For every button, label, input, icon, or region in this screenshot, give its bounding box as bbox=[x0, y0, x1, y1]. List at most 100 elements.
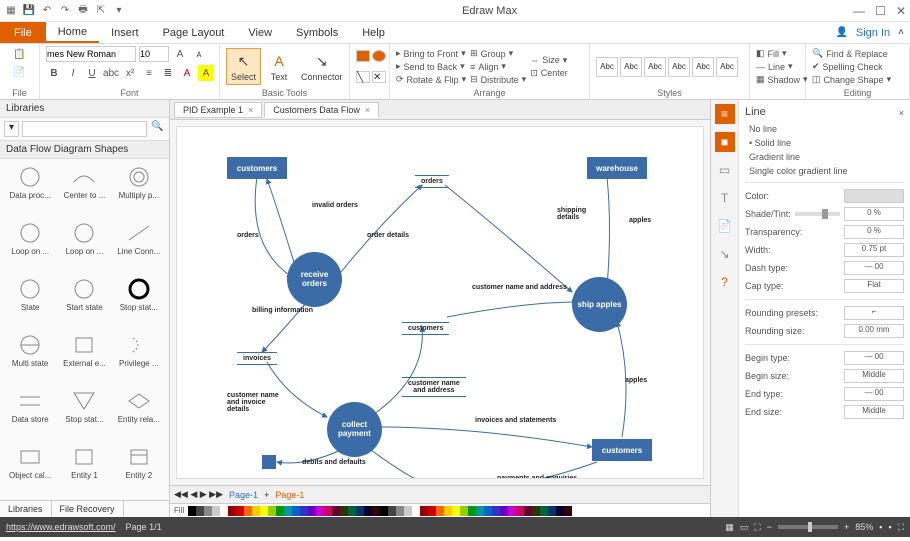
font-size-select[interactable] bbox=[139, 46, 169, 62]
palette-swatch[interactable] bbox=[252, 506, 260, 516]
palette-swatch[interactable] bbox=[236, 506, 244, 516]
qat-save-icon[interactable]: 💾 bbox=[22, 4, 36, 18]
store-orders[interactable]: orders bbox=[415, 175, 449, 188]
minimize-button[interactable]: — bbox=[853, 4, 865, 18]
style-swatch[interactable]: Abc bbox=[596, 57, 618, 77]
palette-swatch[interactable] bbox=[420, 506, 428, 516]
bring-to-front[interactable]: ▸ Bring to Front ▾ bbox=[396, 48, 466, 59]
palette-swatch[interactable] bbox=[476, 506, 484, 516]
shape-item[interactable]: Data store bbox=[4, 387, 56, 440]
user-icon[interactable]: 👤 bbox=[835, 27, 847, 38]
close-icon[interactable]: × bbox=[899, 108, 904, 118]
palette-swatch[interactable] bbox=[212, 506, 220, 516]
palette-swatch[interactable] bbox=[196, 506, 204, 516]
center-btn[interactable]: ⊡ Center bbox=[530, 68, 568, 79]
qat-undo-icon[interactable]: ↶ bbox=[40, 4, 54, 18]
strike-button[interactable]: abc bbox=[103, 65, 119, 81]
palette-swatch[interactable] bbox=[428, 506, 436, 516]
palette-swatch[interactable] bbox=[292, 506, 300, 516]
library-search-input[interactable] bbox=[22, 121, 147, 137]
trans-value[interactable]: 0 % bbox=[844, 225, 904, 239]
palette-swatch[interactable] bbox=[548, 506, 556, 516]
text-tool[interactable]: AText bbox=[265, 49, 293, 84]
shape-item[interactable]: Entity 2 bbox=[113, 443, 165, 496]
change-shape-btn[interactable]: ◫ Change Shape ▾ bbox=[812, 74, 891, 85]
shade-slider[interactable] bbox=[795, 212, 840, 216]
palette-swatch[interactable] bbox=[460, 506, 468, 516]
tab-view[interactable]: View bbox=[236, 22, 284, 43]
shape-item[interactable]: Center to ... bbox=[58, 163, 110, 216]
line-btn[interactable]: — Line ▾ bbox=[756, 61, 808, 72]
close-button[interactable]: ✕ bbox=[896, 4, 906, 18]
fill-panel-icon[interactable]: ■ bbox=[715, 132, 735, 152]
palette-swatch[interactable] bbox=[380, 506, 388, 516]
rotate-flip[interactable]: ⟳ Rotate & Flip ▾ bbox=[396, 74, 466, 85]
status-url[interactable]: https://www.edrawsoft.com/ bbox=[6, 522, 116, 532]
qat-print-icon[interactable]: 🖶 bbox=[76, 4, 90, 18]
file-menu[interactable]: File bbox=[0, 22, 46, 43]
shape-item[interactable]: Data proc... bbox=[4, 163, 56, 216]
lib-tab-libraries[interactable]: Libraries bbox=[0, 501, 52, 517]
tab-symbols[interactable]: Symbols bbox=[284, 22, 350, 43]
shape-item[interactable]: Start state bbox=[58, 275, 110, 328]
line-type-solid[interactable]: • Solid line bbox=[745, 136, 904, 150]
shade-value[interactable]: 0 % bbox=[844, 207, 904, 221]
doc-tab[interactable]: PID Example 1× bbox=[174, 102, 262, 118]
node-customers[interactable]: customers bbox=[227, 157, 287, 179]
palette-swatch[interactable] bbox=[364, 506, 372, 516]
tab-home[interactable]: Home bbox=[46, 22, 99, 43]
store-custaddr[interactable]: customer name and address bbox=[402, 377, 466, 397]
palette-swatch[interactable] bbox=[452, 506, 460, 516]
bold-button[interactable]: B bbox=[46, 65, 62, 81]
palette-swatch[interactable] bbox=[324, 506, 332, 516]
view-full-icon[interactable]: ⛶ bbox=[754, 522, 760, 533]
style-swatch[interactable]: Abc bbox=[620, 57, 642, 77]
palette-swatch[interactable] bbox=[484, 506, 492, 516]
node-ship-apples[interactable]: ship apples bbox=[572, 277, 627, 332]
style-swatch[interactable]: Abc bbox=[716, 57, 738, 77]
qat-export-icon[interactable]: ⇱ bbox=[94, 4, 108, 18]
select-tool[interactable]: ↖Select bbox=[226, 48, 261, 85]
highlight-button[interactable]: A bbox=[198, 65, 214, 81]
page-nav[interactable]: ◀◀ ◀ ▶ ▶▶ bbox=[174, 489, 223, 500]
add-page[interactable]: + bbox=[264, 490, 269, 500]
palette-swatch[interactable] bbox=[188, 506, 196, 516]
shape-item[interactable]: Multi state bbox=[4, 331, 56, 384]
zoom-slider[interactable] bbox=[778, 525, 838, 529]
roundsz-value[interactable]: 0.00 mm bbox=[844, 324, 904, 338]
shape-item[interactable]: Line Conn... bbox=[113, 219, 165, 272]
paste-icon[interactable]: 📋 bbox=[12, 46, 28, 62]
store-invoices[interactable]: invoices bbox=[237, 352, 277, 365]
help-panel-icon[interactable]: ? bbox=[715, 272, 735, 292]
palette-swatch[interactable] bbox=[348, 506, 356, 516]
node-customers2[interactable]: customers bbox=[592, 439, 652, 461]
shape-rect-icon[interactable] bbox=[356, 50, 370, 62]
collapse-ribbon-icon[interactable]: ˄ bbox=[898, 27, 904, 38]
page-tab-alt[interactable]: Page-1 bbox=[275, 490, 304, 500]
width-value[interactable]: 0.75 pt bbox=[844, 243, 904, 257]
line-type-grad[interactable]: Gradient line bbox=[745, 150, 904, 164]
cap-value[interactable]: Flat bbox=[844, 279, 904, 293]
palette-swatch[interactable] bbox=[556, 506, 564, 516]
style-swatch[interactable]: Abc bbox=[692, 57, 714, 77]
palette-swatch[interactable] bbox=[372, 506, 380, 516]
tab-page-layout[interactable]: Page Layout bbox=[151, 22, 237, 43]
tab-help[interactable]: Help bbox=[350, 22, 397, 43]
shape-item[interactable]: Entity rela... bbox=[113, 387, 165, 440]
beginsize-value[interactable]: Middle bbox=[844, 369, 904, 383]
palette-swatch[interactable] bbox=[388, 506, 396, 516]
tab-insert[interactable]: Insert bbox=[99, 22, 151, 43]
fill-btn[interactable]: ◧ Fill ▾ bbox=[756, 48, 808, 59]
connector-panel-icon[interactable]: ↘ bbox=[715, 244, 735, 264]
palette-swatch[interactable] bbox=[436, 506, 444, 516]
close-icon[interactable]: × bbox=[365, 105, 370, 115]
style-swatch[interactable]: Abc bbox=[644, 57, 666, 77]
shape-item[interactable]: Entity 1 bbox=[58, 443, 110, 496]
palette-swatch[interactable] bbox=[228, 506, 236, 516]
line-type-none[interactable]: No line bbox=[745, 122, 904, 136]
size-btn[interactable]: ⇔ Size ▾ bbox=[530, 55, 568, 66]
send-to-back[interactable]: ▸ Send to Back ▾ bbox=[396, 61, 466, 72]
qat-redo-icon[interactable]: ↷ bbox=[58, 4, 72, 18]
line-panel-icon[interactable]: ≡ bbox=[715, 104, 735, 124]
palette-swatch[interactable] bbox=[492, 506, 500, 516]
